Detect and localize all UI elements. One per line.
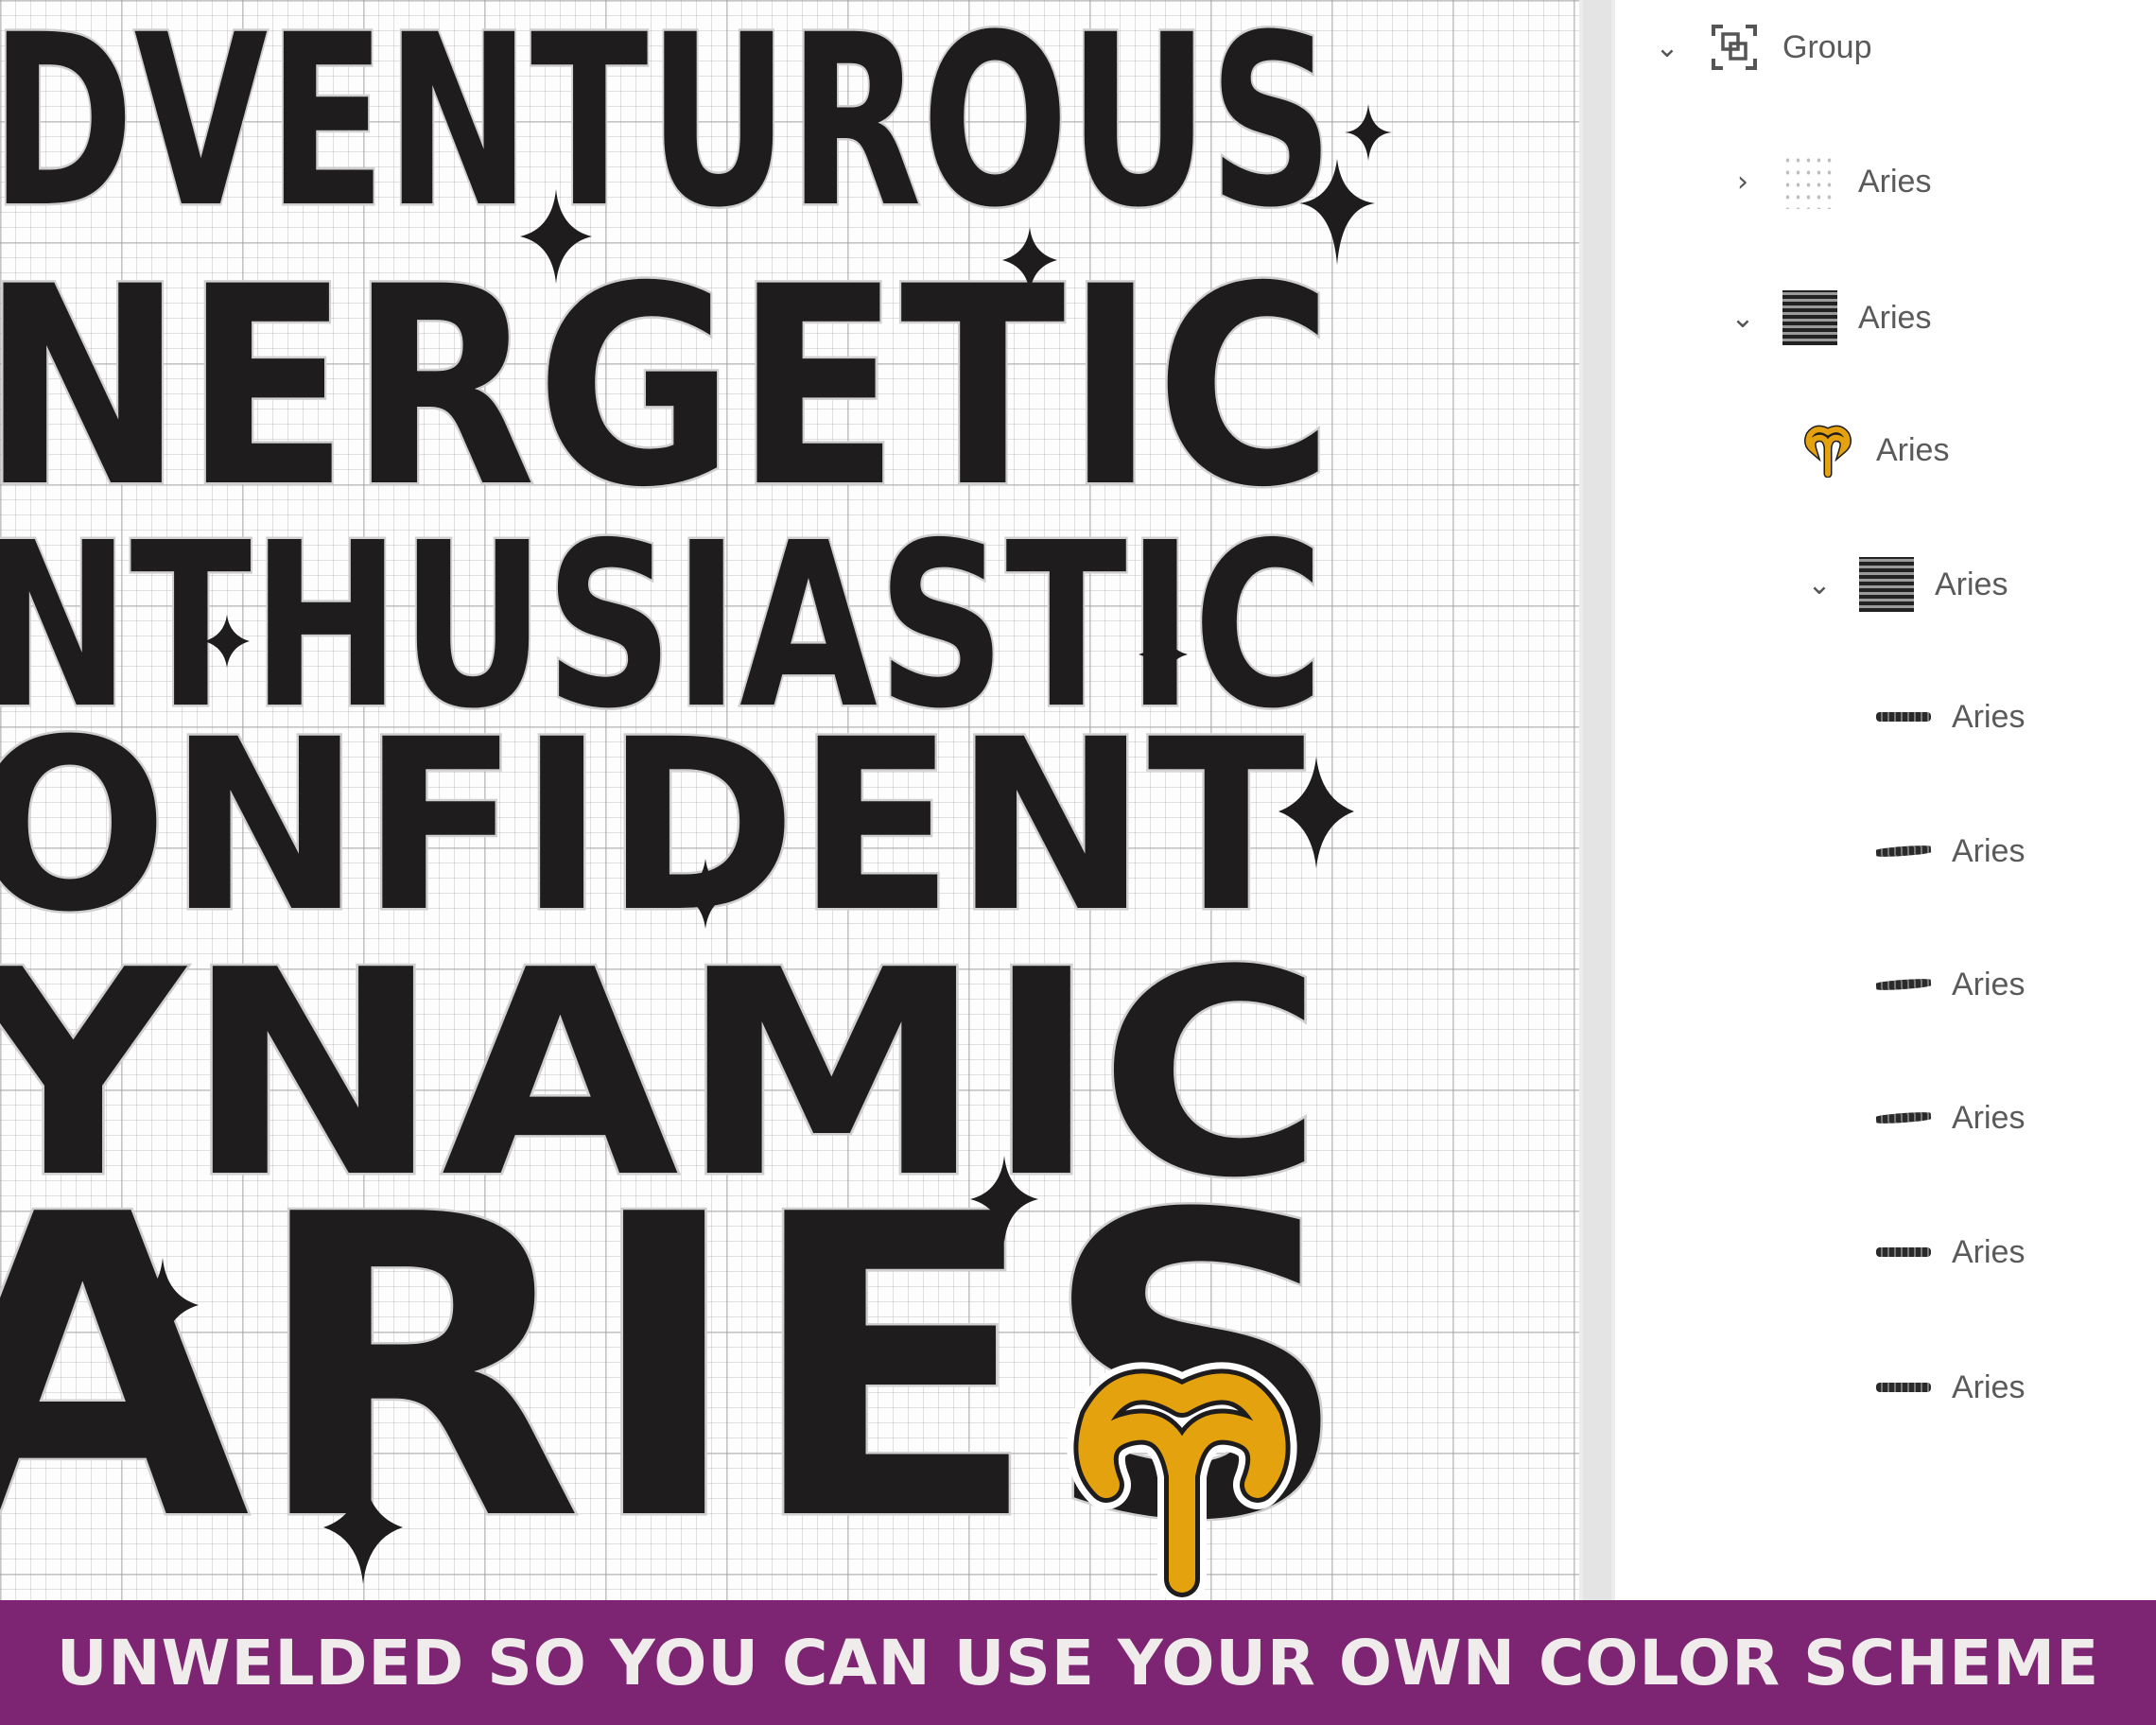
canvas-scrollbar[interactable] <box>1583 0 1611 1600</box>
layer-label: Aries <box>1952 1233 2026 1270</box>
aries-word-thumbnail-icon <box>1876 689 1931 744</box>
chevron-down-icon[interactable]: ⌄ <box>1800 566 1838 603</box>
layer-row-aries-design-inner[interactable]: ⌄ Aries <box>1800 547 2008 622</box>
layer-label: Group <box>1782 28 1872 65</box>
layer-row-aries-word[interactable]: Aries <box>1876 679 2025 755</box>
layer-row-confident-word[interactable]: Aries <box>1876 947 2025 1022</box>
chevron-right-icon[interactable]: › <box>1724 163 1762 200</box>
layer-row-aries-design[interactable]: ⌄ Aries <box>1724 280 1931 356</box>
layer-row-enthusiastic-word[interactable]: Aries <box>1876 1080 2025 1156</box>
layer-row-dynamic-word[interactable]: Aries <box>1876 813 2025 889</box>
sparkle-1 <box>1345 104 1392 161</box>
layer-row-energetic-word[interactable]: Aries <box>1876 1214 2025 1290</box>
design-canvas[interactable]: DVENTUROUS NERGETIC NTHUSIASTIC ONFIDENT… <box>0 0 1579 1600</box>
layer-row-adventurous-word[interactable]: Aries <box>1876 1350 2025 1425</box>
layer-label: Aries <box>1952 832 2026 869</box>
design-thumbnail-icon <box>1782 290 1837 345</box>
enthusiastic-word-thumbnail-icon <box>1876 1090 1931 1145</box>
promo-banner: UNWELDED SO YOU CAN USE YOUR OWN COLOR S… <box>0 1600 2156 1725</box>
scatter-thumbnail-icon <box>1782 154 1837 209</box>
design-thumbnail-icon <box>1859 557 1914 612</box>
banner-text: UNWELDED SO YOU CAN USE YOUR OWN COLOR S… <box>56 1626 2100 1699</box>
layer-row-group[interactable]: ⌄ Group <box>1648 9 1872 85</box>
layer-label: Aries <box>1952 966 2026 1002</box>
layers-panel: ⌄ Group › Aries ⌄ Aries Aries ⌄ Aries Ar… <box>1615 0 2156 1600</box>
confident-word-thumbnail-icon <box>1876 957 1931 1012</box>
layer-label: Aries <box>1935 566 2008 602</box>
layer-label: Aries <box>1952 1368 2026 1405</box>
energetic-word-thumbnail-icon <box>1876 1225 1931 1280</box>
layer-label: Aries <box>1952 1099 2026 1136</box>
layer-label: Aries <box>1858 299 1932 336</box>
chevron-down-icon[interactable]: ⌄ <box>1648 28 1686 66</box>
chevron-down-icon[interactable]: ⌄ <box>1724 299 1762 337</box>
layer-row-aries-symbol[interactable]: Aries <box>1800 412 1949 488</box>
layer-row-aries-scatter[interactable]: › Aries <box>1724 144 1931 219</box>
dynamic-word-thumbnail-icon <box>1876 824 1931 879</box>
group-icon <box>1707 20 1762 75</box>
adventurous-word-thumbnail-icon <box>1876 1360 1931 1415</box>
layer-label: Aries <box>1876 431 1950 468</box>
layer-label: Aries <box>1858 163 1932 200</box>
design-artwork[interactable]: DVENTUROUS NERGETIC NTHUSIASTIC ONFIDENT… <box>0 0 1579 1600</box>
word-adventurous[interactable]: DVENTUROUS <box>0 0 1336 262</box>
layer-label: Aries <box>1952 698 2026 735</box>
aries-symbol-thumbnail-icon <box>1800 423 1855 478</box>
